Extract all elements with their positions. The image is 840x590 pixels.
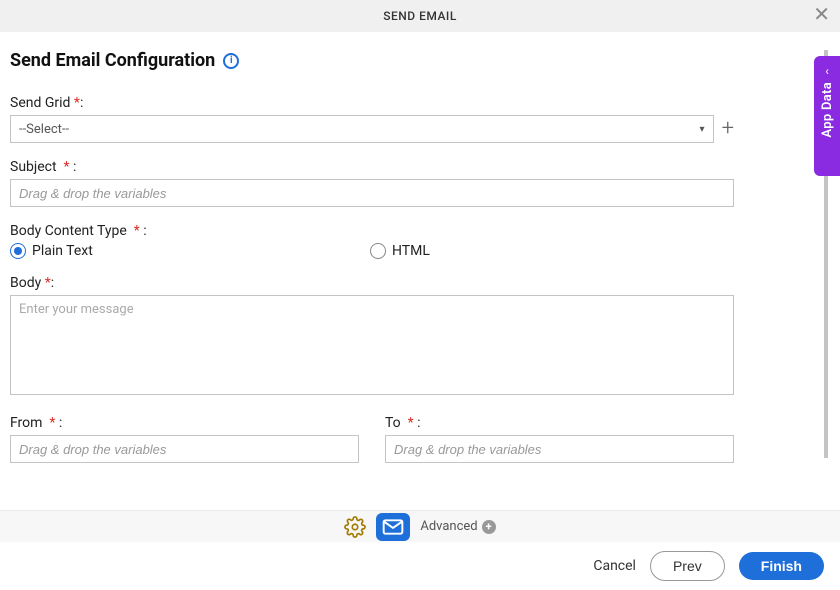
from-label: From * : [10,415,359,431]
field-body: Body *: [10,275,734,399]
plus-circle-icon: + [482,520,496,534]
required-asterisk: * [134,223,140,239]
field-subject: Subject * : [10,159,734,207]
page-title: Send Email Configuration [10,50,215,71]
page-title-row: Send Email Configuration i [10,50,734,71]
chevron-left-icon: ‹ [825,64,829,78]
radio-icon-selected [10,243,26,259]
chevron-down-icon: ▾ [700,124,705,135]
to-label: To * : [385,415,734,431]
field-from: From * : [10,415,359,463]
dialog-title: SEND EMAIL [383,9,457,23]
required-asterisk: * [74,95,80,111]
required-asterisk: * [408,415,414,431]
radio-plain-text-label: Plain Text [32,243,93,259]
subject-label: Subject * : [10,159,734,175]
dialog-header: SEND EMAIL ✕ [0,0,840,32]
gear-icon[interactable] [344,516,366,538]
finish-button[interactable]: Finish [739,552,824,580]
body-textarea[interactable] [10,295,734,395]
radio-plain-text[interactable]: Plain Text [10,243,370,259]
add-send-grid-icon[interactable]: + [722,118,734,140]
email-step-chip[interactable] [376,513,410,541]
required-asterisk: * [45,275,51,291]
send-grid-label: Send Grid *: [10,95,734,111]
advanced-toggle[interactable]: Advanced + [420,519,495,534]
field-send-grid: Send Grid *: --Select-- ▾ + [10,95,734,143]
radio-html[interactable]: HTML [370,243,430,259]
required-asterisk: * [64,159,70,175]
field-to: To * : [385,415,734,463]
dialog-content: Send Email Configuration i Send Grid *: … [0,32,840,510]
from-input[interactable] [10,435,359,463]
body-label: Body *: [10,275,734,291]
body-content-type-label: Body Content Type * : [10,223,734,239]
field-body-content-type: Body Content Type * : Plain Text HTML [10,223,734,259]
mid-toolbar: Advanced + [0,510,840,542]
from-to-row: From * : To * : [10,415,734,463]
dialog-footer: Cancel Prev Finish [0,542,840,590]
send-grid-select[interactable]: --Select-- ▾ [10,115,714,143]
to-input[interactable] [385,435,734,463]
subject-input[interactable] [10,179,734,207]
form-scroll-region: Send Email Configuration i Send Grid *: … [10,50,828,458]
app-data-label: App Data [820,82,835,138]
radio-html-label: HTML [392,243,430,259]
app-data-tab[interactable]: ‹ App Data [814,56,840,176]
send-grid-value: --Select-- [19,122,69,137]
radio-icon [370,243,386,259]
required-asterisk: * [49,415,55,431]
close-icon[interactable]: ✕ [813,4,830,24]
advanced-label-text: Advanced [420,519,477,534]
info-icon[interactable]: i [223,53,239,69]
cancel-button[interactable]: Cancel [593,558,636,574]
prev-button[interactable]: Prev [650,551,725,581]
